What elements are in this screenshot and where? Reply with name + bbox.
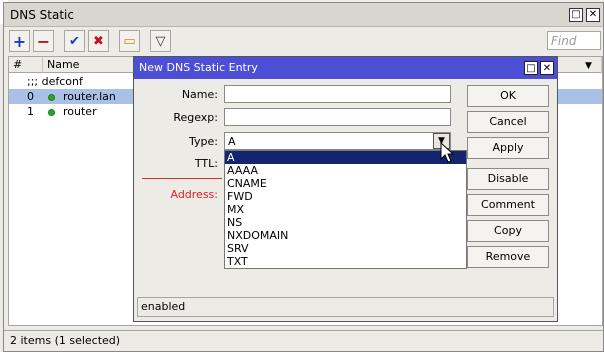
type-option-srv[interactable]: SRV (225, 242, 466, 255)
type-option-cname[interactable]: CNAME (225, 177, 466, 190)
running-icon (48, 109, 55, 116)
disable-button[interactable]: ✖ (88, 30, 109, 52)
comment-entry-button[interactable]: Comment (467, 194, 549, 216)
running-icon (48, 94, 55, 101)
copy-button[interactable]: Copy (467, 220, 549, 242)
type-option-mx[interactable]: MX (225, 203, 466, 216)
new-dns-static-entry-dialog: New DNS Static Entry □ ✕ Name: Regexp: T… (133, 56, 558, 322)
add-button[interactable]: + (9, 30, 30, 52)
columns-menu-icon[interactable]: ▼ (585, 61, 592, 71)
name-field[interactable] (224, 85, 451, 103)
name-label: Name: (181, 88, 218, 101)
type-label: Type: (189, 135, 218, 148)
column-header-number[interactable]: # (9, 57, 43, 73)
type-value: A (228, 135, 236, 148)
dialog-close-icon[interactable]: ✕ (540, 61, 554, 75)
row-name: router (63, 105, 97, 118)
enable-button[interactable]: ✔ (64, 30, 85, 52)
comment-button[interactable]: ▭ (119, 30, 140, 52)
find-input[interactable] (547, 31, 601, 50)
type-option-fwd[interactable]: FWD (225, 190, 466, 203)
apply-button[interactable]: Apply (467, 137, 549, 159)
ttl-label: TTL: (194, 157, 218, 170)
restore-icon[interactable]: □ (569, 8, 583, 22)
group-comment: ;;; defconf (27, 75, 83, 88)
type-dropdown-list: A AAAA CNAME FWD MX NS NXDOMAIN SRV TXT (224, 150, 467, 269)
status-bar: 2 items (1 selected) (4, 330, 603, 351)
dialog-title: New DNS Static Entry (139, 61, 258, 74)
remove-entry-button[interactable]: Remove (467, 246, 549, 268)
window-titlebar[interactable]: DNS Static □ ✕ (4, 3, 603, 27)
type-option-ns[interactable]: NS (225, 216, 466, 229)
type-option-a[interactable]: A (225, 151, 466, 164)
filter-button[interactable]: ▽ (150, 30, 171, 52)
dialog-restore-icon[interactable]: □ (524, 61, 538, 75)
status-text: 2 items (1 selected) (10, 334, 121, 347)
section-divider (142, 178, 222, 179)
regexp-field[interactable] (224, 108, 451, 126)
type-select[interactable]: A (224, 132, 451, 150)
remove-button[interactable]: − (33, 30, 54, 52)
dialog-status-text: enabled (141, 300, 186, 313)
mouse-cursor-icon (440, 142, 455, 163)
row-name: router.lan (63, 90, 116, 103)
address-label: Address: (170, 188, 218, 201)
disable-entry-button[interactable]: Disable (467, 168, 549, 190)
cancel-button[interactable]: Cancel (467, 111, 549, 133)
regexp-label: Regexp: (173, 111, 218, 124)
type-option-aaaa[interactable]: AAAA (225, 164, 466, 177)
type-option-nxdomain[interactable]: NXDOMAIN (225, 229, 466, 242)
close-icon[interactable]: ✕ (586, 8, 600, 22)
window-title: DNS Static (10, 8, 74, 22)
dialog-status-bar: enabled (137, 297, 554, 317)
type-option-txt[interactable]: TXT (225, 255, 466, 268)
ok-button[interactable]: OK (467, 85, 549, 107)
row-number: 1 (27, 105, 34, 118)
dialog-titlebar[interactable]: New DNS Static Entry □ ✕ (134, 57, 557, 79)
row-number: 0 (27, 90, 34, 103)
